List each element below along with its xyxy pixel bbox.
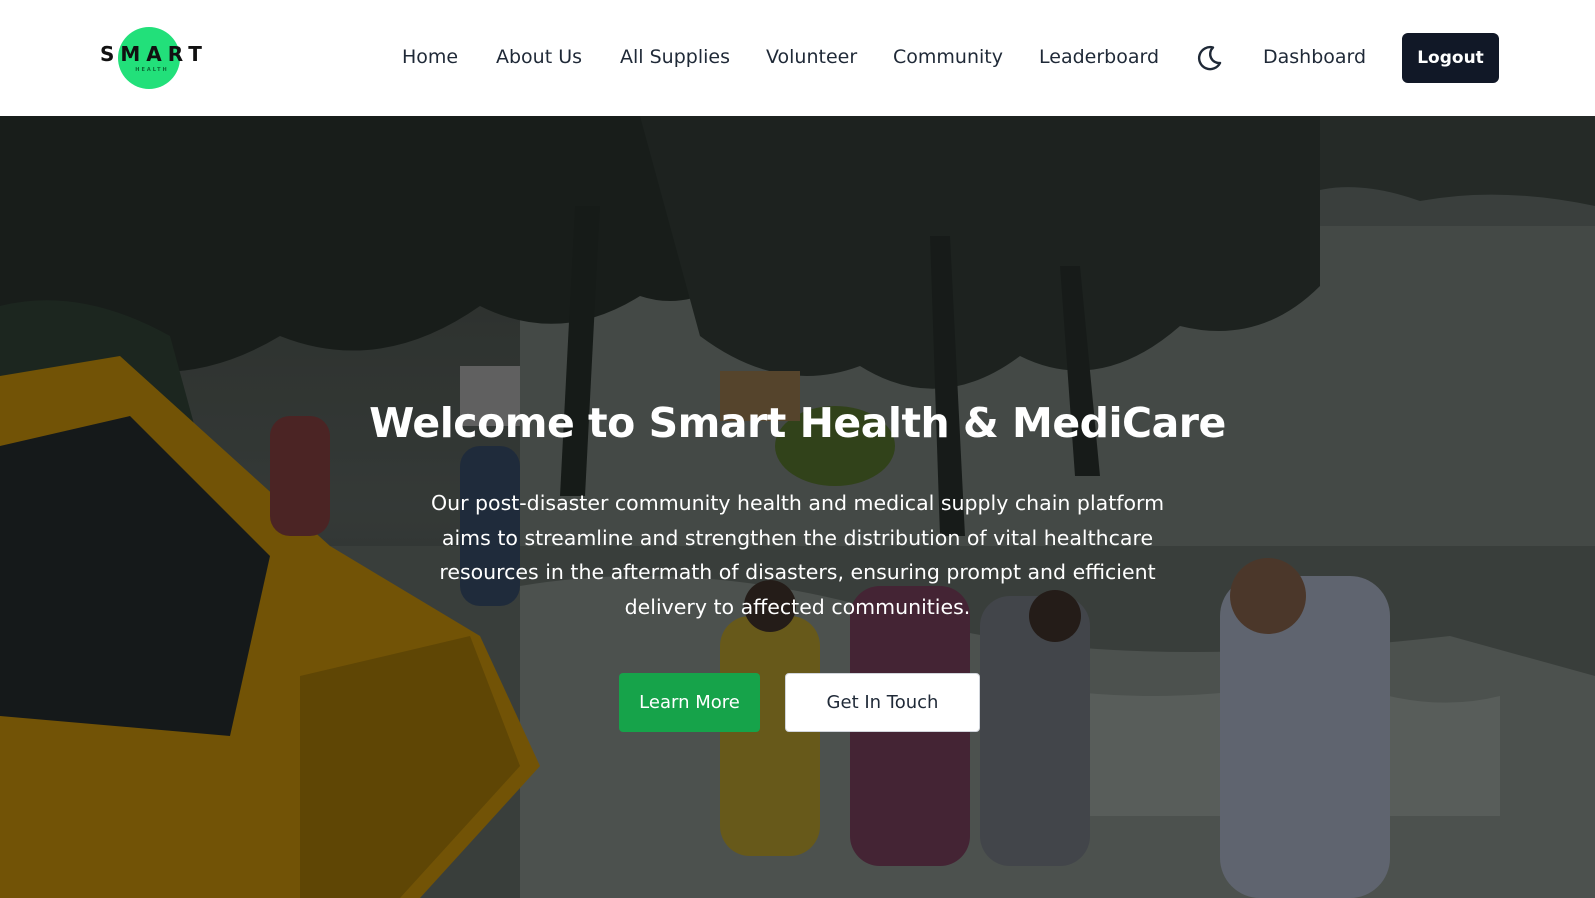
hero-section: Welcome to Smart Health & MediCare Our p… — [0, 116, 1595, 898]
nav-all-supplies[interactable]: All Supplies — [620, 46, 730, 68]
nav-dashboard[interactable]: Dashboard — [1263, 46, 1366, 68]
hero-title: Welcome to Smart Health & MediCare — [369, 399, 1226, 447]
nav-community[interactable]: Community — [893, 46, 1003, 68]
get-in-touch-button[interactable]: Get In Touch — [785, 673, 980, 732]
nav-home[interactable]: Home — [402, 46, 458, 68]
nav-links: Home About Us All Supplies Volunteer Com… — [0, 0, 1595, 116]
learn-more-button[interactable]: Learn More — [619, 673, 760, 732]
moon-icon[interactable] — [1195, 44, 1223, 72]
navbar: SMART HEALTH Home About Us All Supplies … — [0, 0, 1595, 116]
logout-button[interactable]: Logout — [1402, 33, 1499, 83]
hero-description: Our post-disaster community health and m… — [430, 491, 1165, 619]
nav-volunteer[interactable]: Volunteer — [766, 46, 857, 68]
nav-about-us[interactable]: About Us — [496, 46, 582, 68]
nav-leaderboard[interactable]: Leaderboard — [1039, 46, 1159, 68]
